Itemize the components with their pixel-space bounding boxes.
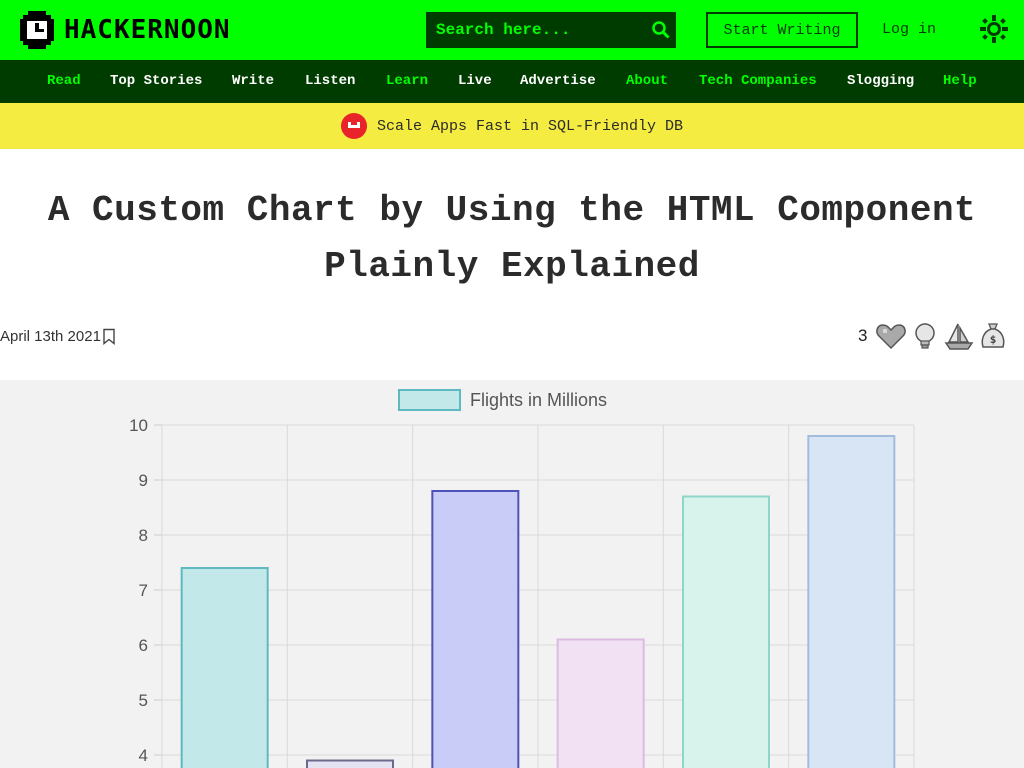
y-tick-label: 4 bbox=[139, 746, 148, 765]
bar-chart: 10 9 8 7 6 5 4 Flights in Millions bbox=[129, 389, 915, 768]
nav-item-learn[interactable]: Learn bbox=[386, 60, 428, 103]
y-tick-label: 5 bbox=[139, 691, 148, 710]
reactions-bar: 3 $ bbox=[858, 320, 1009, 352]
lightbulb-icon[interactable] bbox=[909, 320, 941, 352]
bar bbox=[682, 495, 770, 768]
nav-item-about[interactable]: About bbox=[626, 60, 668, 103]
y-tick-label: 9 bbox=[139, 471, 148, 490]
y-tick-label: 7 bbox=[139, 581, 148, 600]
banner-text: Scale Apps Fast in SQL-Friendly DB bbox=[376, 117, 684, 135]
bar bbox=[556, 638, 645, 768]
bar bbox=[306, 759, 394, 768]
article-title-line-1: A Custom Chart by Using the HTML Compone… bbox=[47, 190, 977, 231]
article-title: A Custom Chart by Using the HTML Compone… bbox=[0, 183, 1024, 295]
article-meta: April 13th 2021 bbox=[0, 328, 116, 345]
money-bag-icon[interactable]: $ bbox=[977, 320, 1009, 352]
sponsor-banner[interactable]: Scale Apps Fast in SQL-Friendly DB bbox=[0, 103, 1024, 149]
nav-item-write[interactable]: Write bbox=[232, 60, 274, 103]
main-nav: Read Top Stories Write Listen Learn Live… bbox=[0, 60, 1024, 103]
sun-icon[interactable] bbox=[978, 13, 1010, 45]
search-input[interactable] bbox=[426, 12, 645, 48]
hackernoon-logo[interactable]: HACKERNOON bbox=[20, 11, 231, 49]
reaction-count: 3 bbox=[858, 326, 868, 345]
bookmark-icon[interactable] bbox=[102, 328, 116, 345]
heart-icon[interactable] bbox=[875, 320, 907, 352]
article-date: April 13th 2021 bbox=[0, 328, 101, 345]
nav-item-live[interactable]: Live bbox=[458, 60, 492, 103]
start-writing-button[interactable]: Start Writing bbox=[706, 12, 858, 48]
y-tick-label: 8 bbox=[139, 526, 148, 545]
legend-label: Flights in Millions bbox=[470, 390, 607, 410]
nav-item-listen[interactable]: Listen bbox=[305, 60, 355, 103]
bar bbox=[431, 490, 520, 768]
y-tick-label: 6 bbox=[139, 636, 148, 655]
bar bbox=[807, 435, 896, 768]
bar bbox=[180, 567, 269, 768]
logo-text: HACKERNOON bbox=[64, 15, 231, 45]
svg-text:$: $ bbox=[990, 333, 997, 346]
nav-item-read[interactable]: Read bbox=[47, 60, 81, 103]
legend-swatch bbox=[398, 389, 461, 411]
nav-item-top-stories[interactable]: Top Stories bbox=[110, 60, 202, 103]
nav-item-help[interactable]: Help bbox=[943, 60, 977, 103]
top-header: HACKERNOON Start Writing Log in bbox=[0, 0, 1024, 60]
nav-item-tech-companies[interactable]: Tech Companies bbox=[699, 60, 817, 103]
y-tick-label: 10 bbox=[129, 416, 148, 435]
login-link[interactable]: Log in bbox=[882, 12, 936, 48]
logo-icon bbox=[20, 11, 54, 49]
search-box bbox=[426, 12, 676, 48]
boat-icon[interactable] bbox=[943, 320, 975, 352]
article-title-line-2: Plainly Explained bbox=[324, 246, 700, 287]
article-chart-image: 10 9 8 7 6 5 4 Flights in Millions bbox=[0, 380, 1024, 768]
sponsor-logo-icon bbox=[340, 113, 367, 139]
nav-item-slogging[interactable]: Slogging bbox=[847, 60, 914, 103]
nav-item-advertise[interactable]: Advertise bbox=[520, 60, 596, 103]
search-icon[interactable] bbox=[645, 12, 676, 48]
